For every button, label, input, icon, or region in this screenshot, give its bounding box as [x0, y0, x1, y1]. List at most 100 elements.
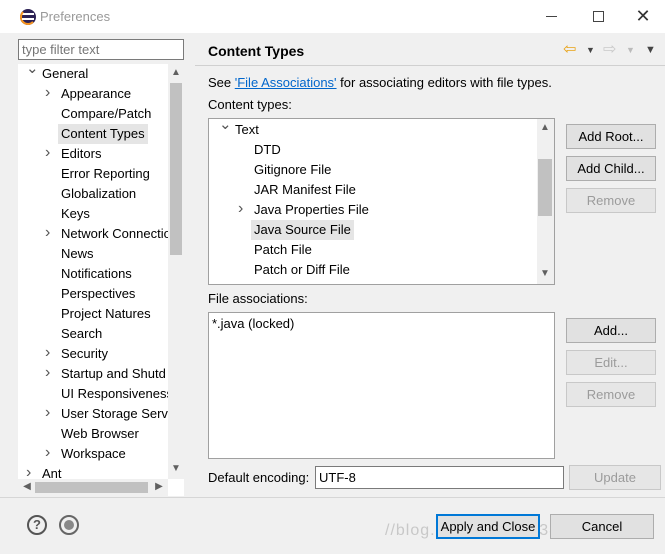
tree-vertical-scrollbar[interactable]: ▲ ▼	[168, 64, 184, 479]
tree-item[interactable]: Gitignore File	[209, 160, 539, 180]
eclipse-logo-icon	[20, 9, 36, 25]
apply-and-close-button[interactable]: Apply and Close	[436, 514, 540, 539]
tree-item-label: Patch File	[254, 242, 312, 257]
import-export-icon[interactable]	[59, 515, 79, 535]
tree-item[interactable]: News	[18, 244, 168, 264]
tree-item-label: Compare/Patch	[61, 106, 152, 121]
tree-item[interactable]: › Java Properties File	[209, 200, 539, 220]
chevron-right-icon[interactable]: ›	[45, 403, 50, 423]
tree-item-label: Editors	[61, 146, 102, 161]
tree-item[interactable]: Search	[18, 324, 168, 344]
see-description: See 'File Associations' for associating …	[208, 75, 552, 90]
tree-item[interactable]: Keys	[18, 204, 168, 224]
tree-item-label: Perspectives	[61, 286, 136, 301]
chevron-right-icon[interactable]: ›	[45, 223, 50, 243]
remove-type-button[interactable]: Remove	[566, 188, 656, 213]
help-icon[interactable]: ?	[27, 515, 47, 535]
tree-item[interactable]: Patch File	[209, 240, 539, 260]
scroll-up-icon[interactable]: ▲	[537, 122, 553, 133]
tree-item-label: Gitignore File	[254, 162, 332, 177]
tree-item[interactable]: ⌄ General	[18, 64, 168, 84]
close-button[interactable]: ✕	[620, 0, 665, 33]
tree-item[interactable]: JAR Manifest File	[209, 180, 539, 200]
tree-item-label: Notifications	[61, 266, 132, 281]
add-root-button[interactable]: Add Root...	[566, 124, 656, 149]
tree-item[interactable]: › Security	[18, 344, 168, 364]
tree-horizontal-scrollbar[interactable]: ◀ ▶	[18, 479, 168, 496]
default-encoding-input[interactable]	[315, 466, 564, 489]
tree-item[interactable]: ⌄ Text	[209, 119, 539, 140]
page-title: Content Types	[208, 43, 305, 59]
remove-association-button[interactable]: Remove	[566, 382, 656, 407]
chevron-right-icon[interactable]: ›	[45, 343, 50, 363]
scroll-up-icon[interactable]: ▲	[168, 67, 184, 78]
minimize-icon	[545, 16, 557, 17]
tree-item[interactable]: › Appearance	[18, 84, 168, 104]
content-types-scrollbar[interactable]: ▲ ▼	[537, 119, 554, 284]
scroll-thumb[interactable]	[170, 83, 182, 255]
scroll-down-icon[interactable]: ▼	[537, 268, 553, 279]
tree-item[interactable]: › Network Connectio	[18, 223, 171, 244]
back-dropdown-icon[interactable]: ▼	[586, 45, 595, 55]
tree-item-label: Java Source File	[251, 220, 354, 240]
hscroll-thumb[interactable]	[35, 482, 148, 493]
forward-dropdown-icon[interactable]: ▼	[626, 45, 635, 55]
chevron-right-icon[interactable]: ›	[238, 199, 243, 219]
default-encoding-label: Default encoding:	[208, 470, 310, 485]
chevron-down-icon[interactable]: ⌄	[26, 64, 39, 79]
back-arrow-icon[interactable]: ⇦	[563, 39, 576, 59]
tree-item[interactable]: Java Source File	[209, 220, 539, 240]
chevron-down-icon[interactable]: ⌄	[219, 119, 232, 135]
chevron-right-icon[interactable]: ›	[45, 363, 50, 383]
tree-item[interactable]: Patch or Diff File	[209, 260, 539, 280]
file-associations-link[interactable]: 'File Associations'	[235, 75, 337, 90]
update-button[interactable]: Update	[569, 465, 661, 490]
window-title: Preferences	[40, 9, 111, 24]
tree-item-label: DTD	[254, 142, 281, 157]
tree-item-label: Text	[235, 122, 259, 137]
tree-item[interactable]: › User Storage Serv	[18, 404, 168, 424]
scroll-down-icon[interactable]: ▼	[168, 463, 184, 474]
header-separator	[195, 65, 665, 66]
see-prefix: See	[208, 75, 235, 90]
tree-item-label: News	[61, 246, 94, 261]
tree-item-label: Web Browser	[61, 426, 139, 441]
add-child-button[interactable]: Add Child...	[566, 156, 656, 181]
forward-arrow-icon[interactable]: ⇨	[603, 39, 616, 59]
tree-item-label: Workspace	[61, 446, 126, 461]
add-association-button[interactable]: Add...	[566, 318, 656, 343]
chevron-right-icon[interactable]: ›	[45, 443, 50, 463]
tree-item-label: User Storage Serv	[61, 406, 168, 421]
tree-item[interactable]: UI Responsiveness	[18, 384, 173, 404]
chevron-right-icon[interactable]: ›	[45, 83, 50, 103]
tree-item[interactable]: Notifications	[18, 264, 168, 284]
chevron-right-icon[interactable]: ›	[45, 143, 50, 163]
minimize-button[interactable]	[528, 0, 574, 33]
tree-item-label: UI Responsiveness	[61, 386, 173, 401]
tree-item[interactable]: › Startup and Shutd	[18, 364, 168, 384]
tree-item[interactable]: › Editors	[18, 144, 168, 164]
maximize-button[interactable]	[575, 0, 621, 33]
tree-item[interactable]: Error Reporting	[18, 164, 168, 184]
cancel-button[interactable]: Cancel	[550, 514, 654, 539]
content-types-tree: ⌄ Text DTD Gitignore File JAR Manifest File ›…	[208, 118, 555, 285]
tree-item[interactable]: Web Browser	[18, 424, 168, 444]
tree-item[interactable]: Project Natures	[18, 304, 168, 324]
tree-item-label: Security	[61, 346, 108, 361]
tree-item-label: General	[42, 66, 89, 81]
tree-item[interactable]: DTD	[209, 140, 539, 160]
tree-item-label: Patch or Diff File	[254, 262, 350, 277]
view-menu-icon[interactable]: ▼	[645, 44, 656, 56]
tree-item[interactable]: Content Types	[18, 124, 168, 144]
scroll-left-icon[interactable]: ◀	[19, 481, 35, 492]
edit-association-button[interactable]: Edit...	[566, 350, 656, 375]
list-item[interactable]: *.java (locked)	[212, 316, 294, 331]
tree-item[interactable]: Globalization	[18, 184, 168, 204]
tree-item-label: Search	[61, 326, 103, 341]
scroll-thumb[interactable]	[538, 159, 552, 216]
filter-input[interactable]	[18, 39, 184, 60]
scroll-right-icon[interactable]: ▶	[151, 481, 167, 492]
tree-item[interactable]: Compare/Patch	[18, 104, 168, 124]
tree-item[interactable]: Perspectives	[18, 284, 168, 304]
tree-item[interactable]: › Workspace	[18, 444, 168, 464]
